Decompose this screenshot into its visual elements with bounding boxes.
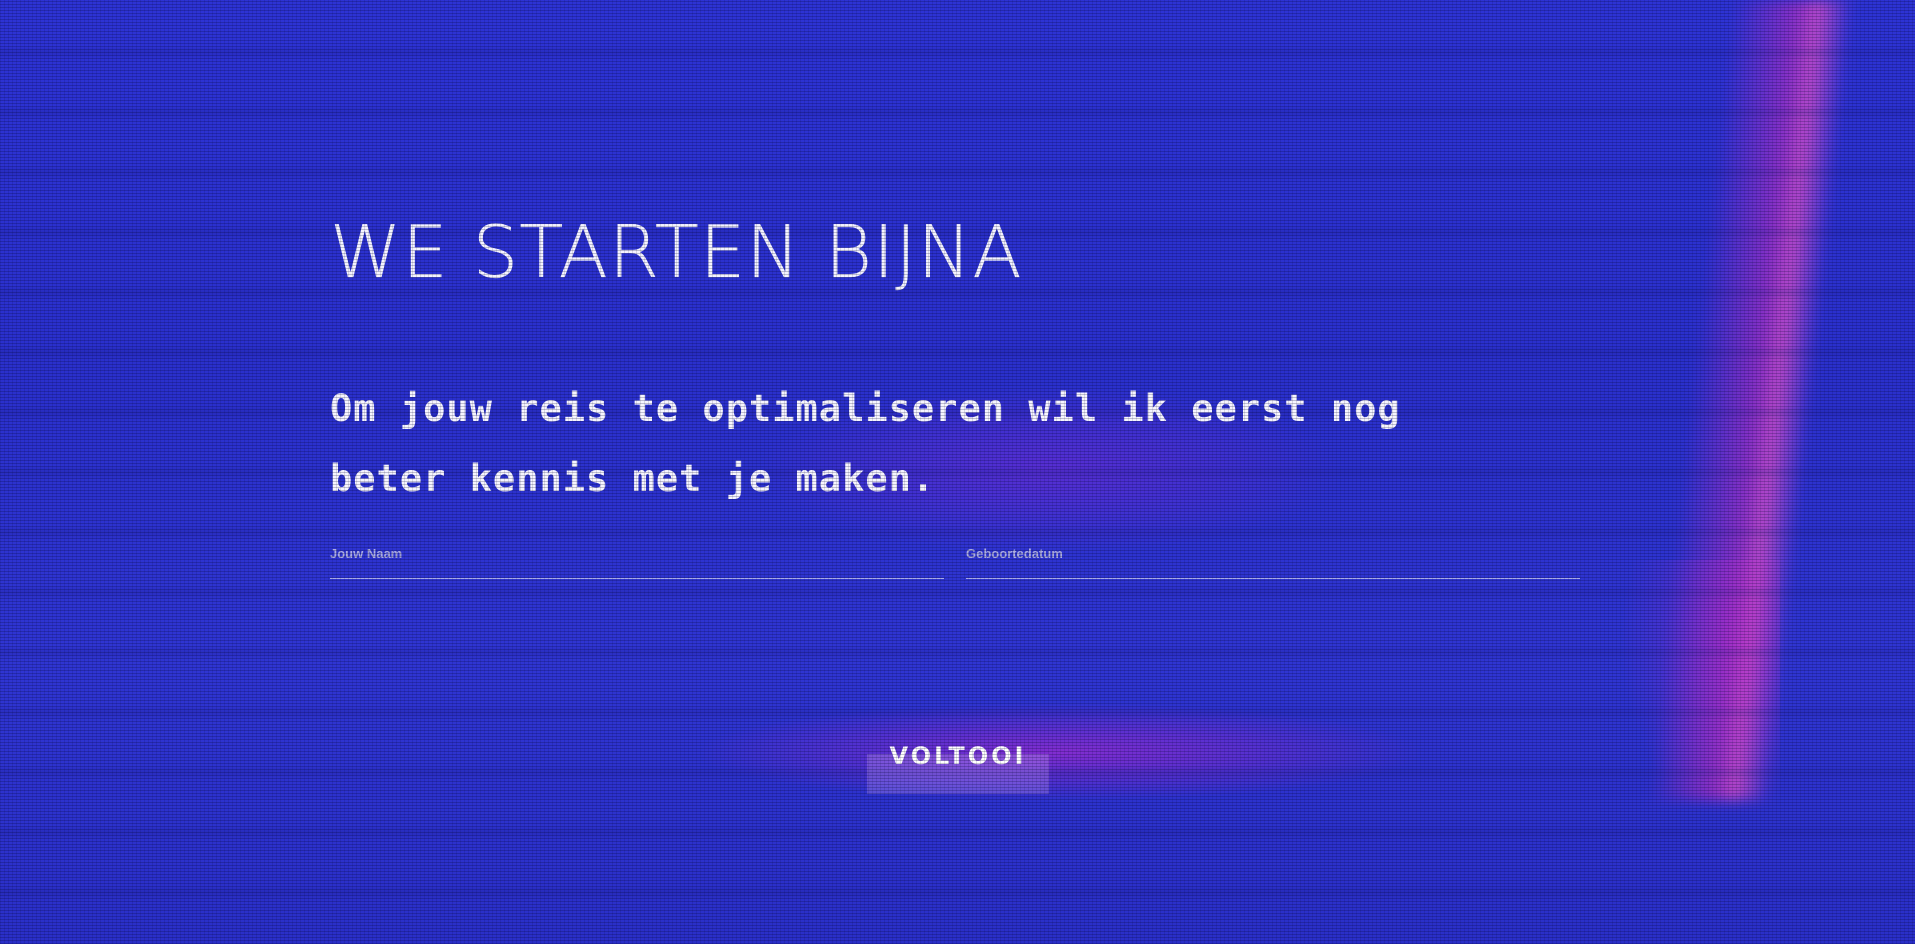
intro-text: Om jouw reis te optimaliseren wil ik eer… (330, 387, 1401, 500)
birthdate-field: Geboortedatum (966, 546, 1580, 579)
submit-button[interactable]: VOLTOOI (867, 738, 1049, 794)
page-title: WE STARTEN BIJNA (330, 210, 1023, 294)
onboarding-screen: WE STARTEN BIJNA Om jouw reis te optimal… (0, 0, 1915, 944)
name-input[interactable] (330, 558, 944, 576)
submit-button-label: VOLTOOI (889, 742, 1027, 770)
main-content: WE STARTEN BIJNA Om jouw reis te optimal… (330, 0, 1580, 944)
name-field: Jouw Naam (330, 546, 944, 579)
birthdate-input[interactable] (966, 558, 1580, 576)
magenta-glow-decoration-lower (1620, 560, 1780, 820)
